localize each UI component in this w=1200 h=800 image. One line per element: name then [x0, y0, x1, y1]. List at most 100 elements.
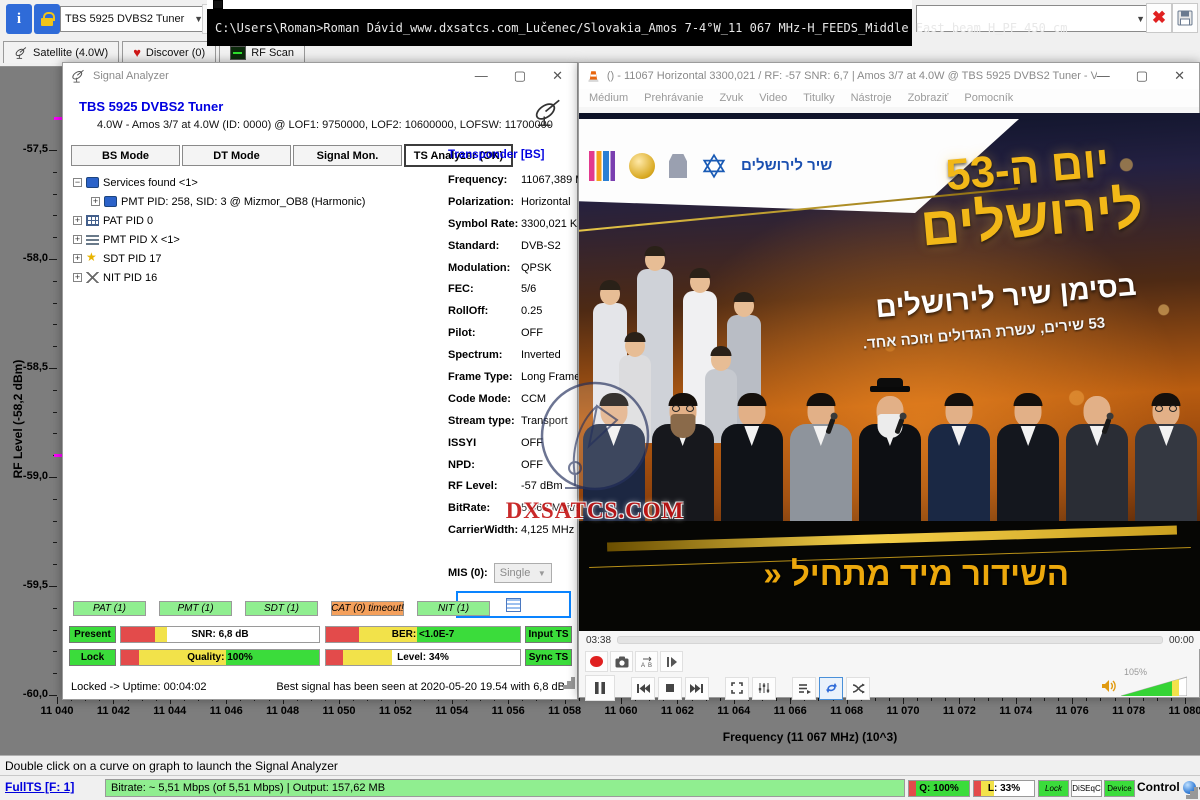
maximize-icon[interactable]: ▢ — [514, 63, 526, 89]
input-ts-button[interactable]: Input TS — [525, 626, 572, 643]
transponder-row-label: CarrierWidth: — [448, 524, 521, 536]
sync-ts-button[interactable]: Sync TS — [525, 649, 572, 666]
pid-button-nit-1[interactable]: NIT (1) — [417, 601, 490, 616]
sa-tab-signal-mon[interactable]: Signal Mon. — [293, 145, 402, 166]
mis-select[interactable]: Single ▼ — [494, 563, 552, 583]
x-tick — [1016, 697, 1017, 704]
record-button[interactable] — [585, 651, 608, 672]
frame-by-frame-button[interactable] — [660, 651, 683, 672]
tree-item[interactable]: +PMT PID X <1> — [71, 230, 431, 249]
tree-item-label: NIT PID 16 — [103, 272, 157, 284]
playlist-icon — [798, 683, 811, 694]
y-tick-minor — [53, 673, 57, 674]
shuffle-button[interactable] — [846, 677, 870, 700]
transponder-row: Standard:DVB-S2 — [448, 235, 574, 257]
x-tick-label: 11 054 — [424, 705, 480, 717]
tree-expander[interactable]: + — [73, 273, 82, 282]
floppy-save-icon[interactable] — [1172, 3, 1198, 33]
cmd-title-bar[interactable] — [207, 0, 912, 9]
sa-title-bar[interactable]: Signal Analyzer — ▢ ✕ — [63, 63, 577, 89]
pid-button-cat-0-timeout[interactable]: CAT (0) timeout! — [331, 601, 404, 616]
tree-item[interactable]: +SDT PID 17 — [71, 249, 431, 268]
vlc-title-bar[interactable]: () - 11067 Horizontal 3300,021 / RF: -57… — [579, 63, 1199, 89]
menu-item-zobrazi[interactable]: Zobraziť — [908, 92, 949, 104]
minimize-icon[interactable]: — — [475, 63, 488, 89]
menu-item-n-stroje[interactable]: Nástroje — [851, 92, 892, 104]
lock-indicator-button[interactable]: Lock — [1038, 780, 1069, 797]
meter-text: BER: <1.0E-7 — [326, 627, 520, 642]
present-button[interactable]: Present — [69, 626, 116, 643]
minimize-icon[interactable]: — — [1097, 63, 1110, 89]
menu-item-titulky[interactable]: Titulky — [803, 92, 834, 104]
stop-button[interactable] — [658, 677, 682, 700]
menu-item-video[interactable]: Video — [759, 92, 787, 104]
tree-expander[interactable]: + — [73, 235, 82, 244]
transponder-row-value: QPSK — [521, 262, 552, 274]
tree-item[interactable]: −Services found <1> — [71, 173, 431, 192]
y-tick-label: -58,0 — [4, 252, 48, 264]
app-tab-satellite-4-0w[interactable]: Satellite (4.0W) — [3, 41, 119, 63]
info-icon[interactable]: i — [6, 4, 32, 34]
volume-slider[interactable] — [1121, 676, 1187, 696]
tree-expander[interactable]: + — [73, 254, 82, 263]
fullts-link[interactable]: FullTS [F: 1] — [5, 780, 74, 794]
playlist-button[interactable] — [792, 677, 816, 700]
seek-slider[interactable] — [617, 636, 1163, 644]
x-tick-label: 11 080 — [1157, 705, 1200, 717]
menu-item-zvuk[interactable]: Zvuk — [719, 92, 743, 104]
close-icon[interactable]: ✕ — [1174, 63, 1185, 89]
transponder-row: Polarization:Horizontal — [448, 191, 574, 213]
pause-button[interactable] — [585, 675, 615, 701]
extended-settings-button[interactable] — [752, 677, 776, 700]
lock-button[interactable]: Lock — [69, 649, 116, 666]
singer-beard — [670, 414, 695, 438]
transponder-row-value: 5/6 — [521, 283, 536, 295]
x-tick-label: 11 050 — [311, 705, 367, 717]
resize-grip[interactable] — [1194, 787, 1198, 791]
y-tick-minor — [53, 390, 57, 391]
vlc-video-area[interactable]: שיר לירושלים יום ה-53 לירושלים בסימן שיר… — [579, 113, 1200, 631]
sa-tab-bs-mode[interactable]: BS Mode — [71, 145, 180, 166]
previous-button[interactable] — [631, 677, 655, 700]
transponder-row-label: Polarization: — [448, 196, 521, 208]
bottom-status-bar: FullTS [F: 1] Bitrate: ~ 5,51 Mbps (of 5… — [0, 775, 1200, 800]
menu-item-prehr-vanie[interactable]: Prehrávanie — [644, 92, 703, 104]
pid-button-sdt-1[interactable]: SDT (1) — [245, 601, 318, 616]
menu-item-pomocn-k[interactable]: Pomocník — [964, 92, 1013, 104]
app-tab-discover-0[interactable]: ♥Discover (0) — [122, 41, 216, 63]
singer-hair — [737, 393, 766, 406]
tree-item[interactable]: + NIT PID 16 — [71, 268, 431, 287]
y-tick-label: -59,0 — [4, 470, 48, 482]
y-tick-label: -59,5 — [4, 579, 48, 591]
control-label: Control — [1137, 780, 1180, 794]
pid-button-pat-1[interactable]: PAT (1) — [73, 601, 146, 616]
x-tick-label: 11 052 — [367, 705, 423, 717]
command-prompt-window[interactable]: C:\Users\Roman>Roman Dávid_www.dxsatcs.c… — [207, 0, 912, 46]
sa-tab-dt-mode[interactable]: DT Mode — [182, 145, 291, 166]
tree-item[interactable]: +PMT PID: 258, SID: 3 @ Mizmor_OB8 (Harm… — [71, 192, 431, 211]
app-tab-label: Satellite (4.0W) — [33, 47, 108, 59]
tree-item[interactable]: +PAT PID 0 — [71, 211, 431, 230]
x-tick-label: 11 062 — [649, 705, 705, 717]
fullscreen-button[interactable] — [725, 677, 749, 700]
loop-button[interactable] — [819, 677, 843, 700]
next-button[interactable] — [685, 677, 709, 700]
device-button[interactable]: Device — [1104, 780, 1135, 797]
clear-x-icon[interactable]: ✖ — [1146, 3, 1172, 33]
tree-expander[interactable]: − — [73, 178, 82, 187]
transponder-row-value: 0.25 — [521, 305, 542, 317]
tuner-select[interactable]: TBS 5925 DVBS2 Tuner ▼ — [60, 6, 208, 32]
maximize-icon[interactable]: ▢ — [1136, 63, 1148, 89]
lock-icon[interactable] — [34, 4, 60, 34]
pid-button-pmt-1[interactable]: PMT (1) — [159, 601, 232, 616]
volume-control[interactable]: 105% — [1101, 669, 1191, 697]
tree-expander[interactable]: + — [73, 216, 82, 225]
resize-grip[interactable] — [571, 677, 575, 681]
menu-item-m-dium[interactable]: Médium — [589, 92, 628, 104]
close-icon[interactable]: ✕ — [552, 63, 563, 89]
tree-expander[interactable]: + — [91, 197, 100, 206]
ab-loop-button[interactable]: AB — [635, 651, 658, 672]
diseqc-button[interactable]: DiSEqC — [1071, 780, 1102, 797]
snapshot-button[interactable] — [610, 651, 633, 672]
cmd-console[interactable]: C:\Users\Roman>Roman Dávid_www.dxsatcs.c… — [207, 9, 912, 46]
